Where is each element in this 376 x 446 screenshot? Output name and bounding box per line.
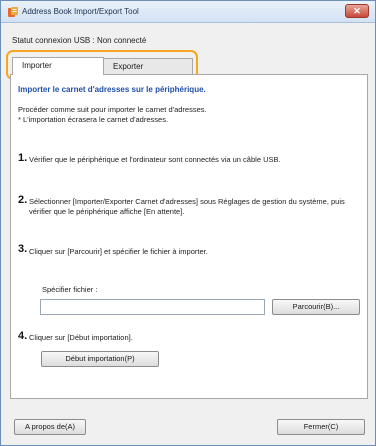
step-4-text: Cliquer sur [Début importation]. [29, 333, 133, 342]
tab-importer[interactable]: Importer [12, 57, 104, 75]
step-1-number: 1. [18, 152, 28, 164]
step-2-text: Sélectionner [Importer/Exporter Carnet d… [29, 197, 345, 216]
step-3-number: 3. [18, 243, 28, 255]
file-path-input[interactable] [40, 299, 265, 315]
tab-importer-label: Importer [22, 61, 52, 70]
title-bar[interactable]: Address Book Import/Export Tool ✕ [1, 1, 375, 23]
intro-line: Procéder comme suit pour importer le car… [18, 105, 207, 114]
panel-heading: Importer le carnet d'adresses sur le pér… [18, 85, 206, 94]
intro-note: * L'importation écrasera le carnet d'adr… [18, 115, 169, 124]
app-icon [8, 7, 18, 17]
window-title: Address Book Import/Export Tool [22, 7, 139, 16]
step-2-number: 2. [18, 194, 28, 206]
step-4-number: 4. [18, 330, 28, 342]
usb-connection-status: Statut connexion USB : Non connecté [12, 36, 147, 45]
close-icon: ✕ [353, 6, 361, 16]
window-close-button[interactable]: ✕ [345, 4, 369, 18]
step-3-text: Cliquer sur [Parcourir] et spécifier le … [29, 247, 208, 256]
import-panel: Importer le carnet d'adresses sur le pér… [10, 74, 368, 399]
step-1-text: Vérifier que le périphérique et l'ordina… [29, 155, 281, 164]
about-button[interactable]: A propos de(A) [14, 419, 86, 435]
start-import-button[interactable]: Début importation(P) [41, 351, 159, 367]
browse-button[interactable]: Parcourir(B)... [272, 299, 360, 315]
file-field-label: Spécifier fichier : [42, 285, 98, 294]
close-button[interactable]: Fermer(C) [277, 419, 365, 435]
app-window: Address Book Import/Export Tool ✕ Statut… [0, 0, 376, 446]
